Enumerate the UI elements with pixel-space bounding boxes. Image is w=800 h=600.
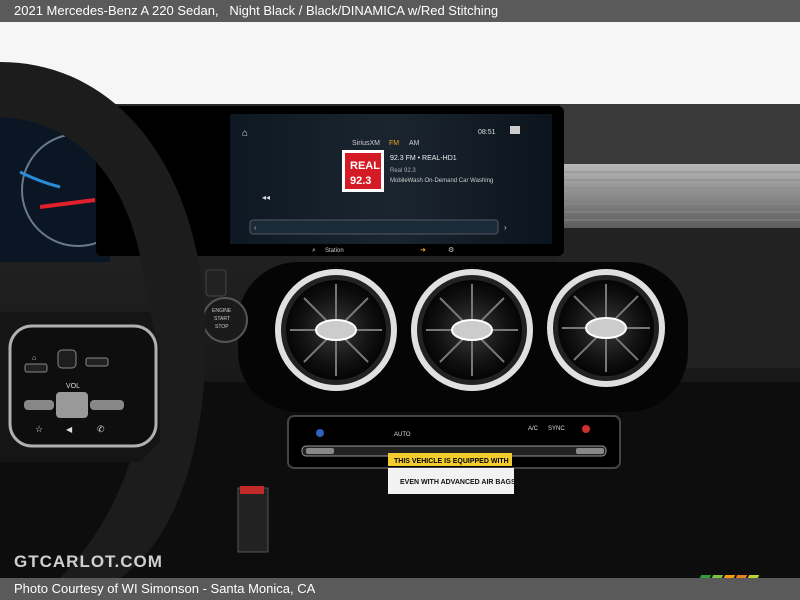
start-label: START (214, 316, 230, 322)
station-logo-number: 92.3 (350, 175, 371, 187)
vehicle-title: 2021 Mercedes-Benz A 220 Sedan, (14, 3, 219, 18)
station-logo-text: REAL (350, 160, 380, 172)
touch-control-button[interactable] (57, 349, 77, 369)
climate-sync-button[interactable]: SYNC (548, 426, 565, 432)
engine-label: ENGINE (212, 308, 232, 314)
mute-icon[interactable]: ◀ (66, 425, 73, 434)
tab-am[interactable]: AM (409, 140, 420, 147)
home-button-icon[interactable]: ⌂ (32, 355, 36, 362)
star-icon[interactable]: ☆ (35, 424, 43, 434)
photo-credit: Photo Courtesy of WI Simonson - Santa Mo… (14, 581, 316, 596)
screen-time: 08:51 (478, 129, 496, 136)
climate-auto-button[interactable]: AUTO (394, 432, 411, 438)
search-icon[interactable]: ⌕ (312, 247, 316, 254)
next-button[interactable] (90, 400, 124, 410)
back-button[interactable] (24, 363, 48, 373)
message-icon[interactable] (510, 126, 520, 134)
footer-bar: Photo Courtesy of WI Simonson - Santa Mo… (0, 578, 800, 600)
tab-siriusxm[interactable]: SiriusXM (352, 140, 380, 147)
title-bar: 2021 Mercedes-Benz A 220 Sedan, Night Bl… (0, 0, 800, 22)
pedal (237, 487, 269, 553)
stop-label: STOP (215, 324, 229, 330)
steering-wheel-controls[interactable] (8, 324, 158, 448)
tab-fm[interactable]: FM (389, 140, 399, 147)
volume-label: VOL (66, 383, 80, 390)
program-text: MobileWash On-Demand Car Washing (390, 178, 493, 184)
phone-icon[interactable]: ✆ (97, 424, 105, 434)
sticker-line2: EVEN WITH ADVANCED AIR BAGS (400, 479, 516, 486)
climate-ac-button[interactable]: A/C (528, 426, 539, 432)
interior-illustration: ⌂ 08:51 SiriusXM FM AM REAL 92.3 92.3 FM… (0, 22, 800, 578)
temp-cold-icon (316, 429, 324, 437)
favorite-icon[interactable]: ➜ (420, 247, 426, 254)
previous-icon[interactable]: ◂◂ (262, 193, 270, 202)
volume-control[interactable] (56, 392, 88, 418)
menu-button[interactable] (85, 357, 109, 367)
prev-button[interactable] (24, 400, 54, 410)
frequency-slider[interactable] (249, 219, 499, 235)
station-sub: Real 92.3 (390, 168, 416, 174)
home-icon[interactable]: ⌂ (242, 128, 248, 139)
watermark: GTCARLOT.COM (14, 552, 163, 571)
air-vent-center[interactable] (411, 269, 533, 391)
chevron-right-icon[interactable]: › (504, 223, 507, 232)
vehicle-detail: Night Black / Black/DINAMICA w/Red Stitc… (229, 3, 499, 18)
air-vent-left[interactable] (275, 269, 397, 391)
station-search[interactable]: Station (325, 248, 344, 254)
station-line: 92.3 FM • REAL-HD1 (390, 155, 457, 162)
temp-hot-icon (582, 425, 590, 433)
air-vent-right[interactable] (547, 269, 665, 387)
car-interior-photo: ⌂ 08:51 SiriusXM FM AM REAL 92.3 92.3 FM… (0, 22, 800, 578)
settings-icon[interactable]: ⚙ (448, 246, 454, 254)
sticker-line1: THIS VEHICLE IS EQUIPPED WITH (394, 458, 509, 465)
